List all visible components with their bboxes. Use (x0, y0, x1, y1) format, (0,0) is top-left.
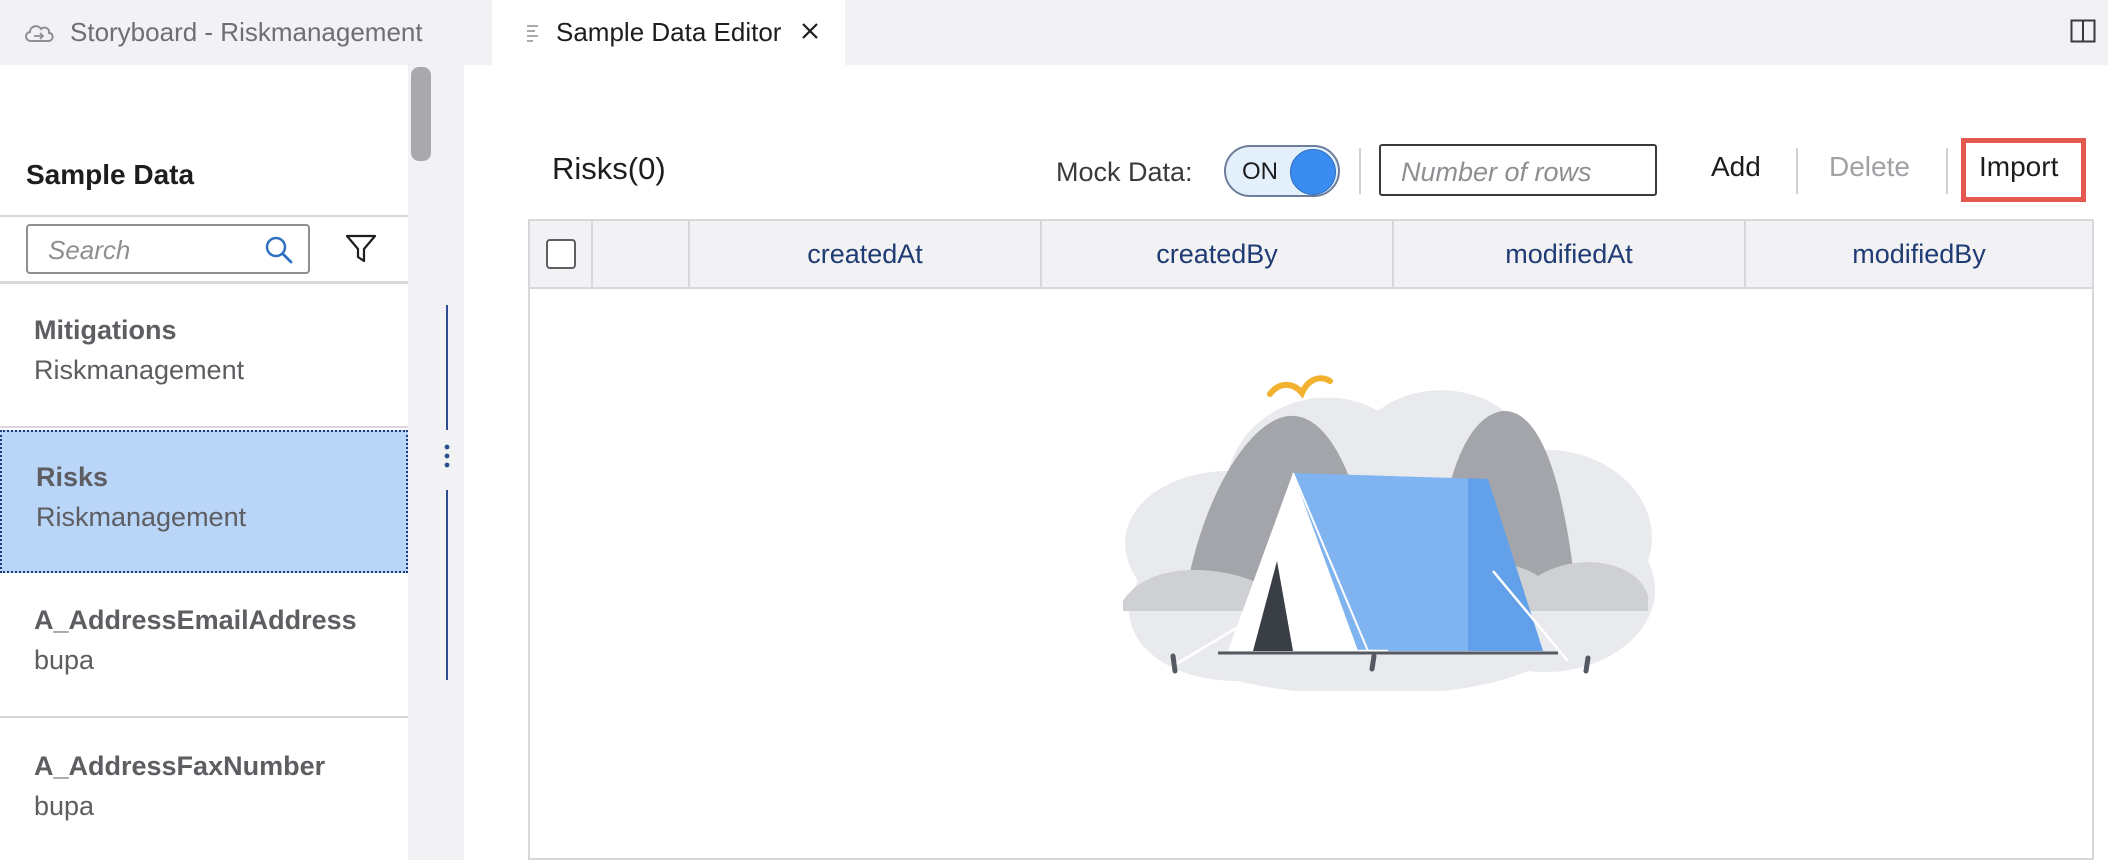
data-table: createdAt createdBy modifiedAt modifiedB… (528, 219, 2094, 860)
column-header-modifiedBy[interactable]: modifiedBy (1746, 221, 2092, 287)
empty-state-tent-illustration (1123, 375, 1655, 691)
search-field[interactable] (26, 224, 310, 274)
toggle-state-text: ON (1242, 158, 1278, 185)
search-input[interactable] (46, 234, 270, 266)
list-item-subtitle: bupa (34, 791, 95, 821)
scrollbar-track[interactable] (408, 65, 432, 860)
entity-title: Risks(0) (552, 151, 666, 186)
list-item-address-fax[interactable]: A_AddressFaxNumber bupa (0, 721, 408, 860)
list-item-subtitle: Riskmanagement (34, 355, 245, 385)
toggle-knob (1290, 149, 1336, 195)
sample-data-panel: Sample Data Mitigations Riskmanagement R… (0, 65, 432, 860)
select-all-checkbox[interactable] (545, 239, 576, 269)
divider (0, 215, 408, 217)
list-item-title: A_AddressEmailAddress (34, 605, 357, 635)
tab-storyboard-label: Storyboard - Riskmanagement (70, 17, 423, 47)
delete-button[interactable]: Delete (1829, 151, 1910, 183)
number-of-rows-field[interactable] (1379, 144, 1657, 196)
import-button[interactable]: Import (1979, 151, 2058, 183)
tab-bar: Storyboard - Riskmanagement Sample Data … (0, 0, 2108, 65)
list-item-title: Risks (36, 462, 109, 492)
table-header: createdAt createdBy modifiedAt modifiedB… (530, 221, 2092, 289)
row-actions-header (593, 221, 690, 287)
split-editor-icon[interactable] (2068, 16, 2098, 46)
sample-data-editor: Risks(0) Mock Data: ON Add Delete Import… (464, 65, 2108, 860)
add-button[interactable]: Add (1711, 151, 1761, 183)
close-icon[interactable] (795, 16, 825, 46)
column-header-modifiedAt[interactable]: modifiedAt (1394, 221, 1746, 287)
list-item-subtitle: bupa (34, 645, 95, 675)
list-item-title: A_AddressFaxNumber (34, 751, 326, 781)
filter-icon[interactable] (344, 231, 378, 265)
mock-data-label: Mock Data: (1056, 157, 1193, 187)
number-of-rows-input[interactable] (1399, 156, 1643, 188)
list-item-title: Mitigations (34, 315, 177, 345)
divider (0, 281, 408, 284)
tab-sample-data-editor[interactable]: Sample Data Editor (492, 0, 845, 65)
toolbar-separator (1946, 148, 1948, 194)
splitter-line (446, 490, 448, 680)
tab-sample-data-editor-label: Sample Data Editor (556, 17, 782, 47)
select-all-cell (530, 221, 593, 287)
drag-handle-icon[interactable] (443, 443, 451, 473)
column-header-createdAt[interactable]: createdAt (690, 221, 1042, 287)
panel-title: Sample Data (26, 159, 195, 190)
scrollbar-thumb[interactable] (411, 67, 431, 161)
mock-data-toggle[interactable]: ON (1224, 145, 1340, 197)
search-icon[interactable] (264, 235, 294, 265)
splitter-line (446, 305, 448, 430)
tab-storyboard[interactable]: Storyboard - Riskmanagement (0, 0, 492, 65)
toolbar-separator (1359, 148, 1361, 194)
list-item-risks[interactable]: Risks Riskmanagement (0, 430, 408, 573)
list-item-address-email[interactable]: A_AddressEmailAddress bupa (0, 575, 408, 718)
column-header-createdBy[interactable]: createdBy (1042, 221, 1394, 287)
list-item-mitigations[interactable]: Mitigations Riskmanagement (0, 285, 408, 428)
cloud-icon (22, 21, 56, 45)
list-item-subtitle: Riskmanagement (36, 502, 247, 532)
panel-splitter[interactable] (432, 65, 464, 860)
document-lines-icon (526, 23, 542, 43)
toolbar-separator (1796, 148, 1798, 194)
